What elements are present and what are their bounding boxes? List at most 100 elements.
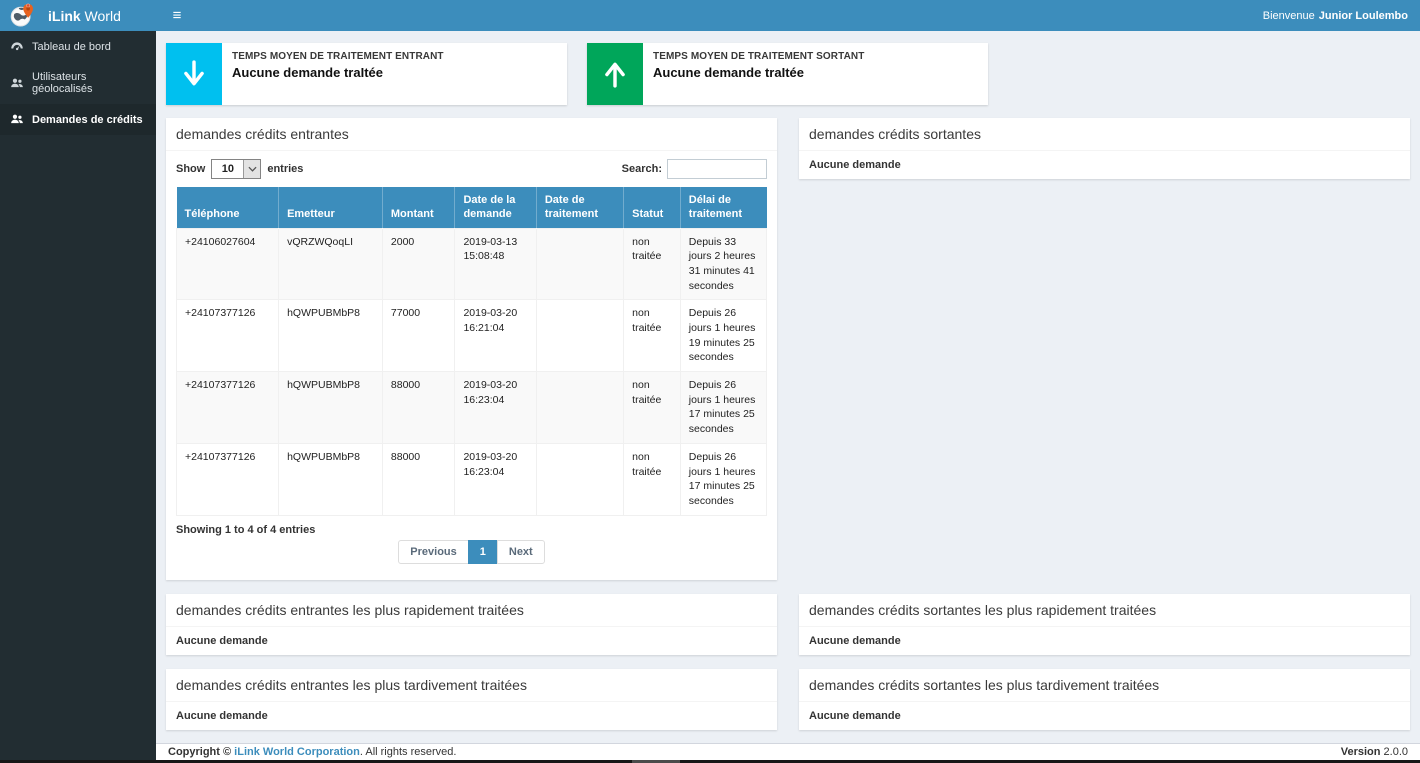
brand-title: iLink World <box>48 8 121 24</box>
datatable-controls: Show 10 entries Search: <box>176 159 767 179</box>
cell-montant: 77000 <box>382 300 455 372</box>
column-header-telephone[interactable]: Téléphone <box>177 187 279 228</box>
cell-telephone: +24107377126 <box>177 372 279 444</box>
footer: Copyright © iLink World Corporation. All… <box>156 743 1420 760</box>
cell-date-traitement <box>536 443 623 515</box>
empty-message: Aucune demande <box>176 635 767 647</box>
sidebar-item-label: Utilisateurs géolocalisés <box>32 71 146 95</box>
panel-title: demandes crédits sortantes les plus tard… <box>799 669 1410 702</box>
panel-title: demandes crédits entrantes les plus rapi… <box>166 594 777 627</box>
stat-box-title: TEMPS MOYEN DE TRAITEMENT SORTANT <box>653 51 864 62</box>
cell-emetteur: hQWPUBMbP8 <box>279 443 383 515</box>
panel-sortantes-tardivement: demandes crédits sortantes les plus tard… <box>799 669 1410 730</box>
page-length-select[interactable]: 10 <box>211 159 261 179</box>
cell-emetteur: hQWPUBMbP8 <box>279 300 383 372</box>
users-icon <box>10 77 24 90</box>
brand-logo-link[interactable]: iLink World <box>0 0 156 31</box>
panel-entrantes-tardivement: demandes crédits entrantes les plus tard… <box>166 669 777 730</box>
entries-label: entries <box>267 163 303 175</box>
table-row: +24107377126 hQWPUBMbP8 88000 2019-03-20… <box>177 443 767 515</box>
stat-box-text: TEMPS MOYEN DE TRAITEMENT ENTRANT Aucune… <box>222 43 454 105</box>
app-window: iLink World ≡ Bienvenue Junior Loulembo … <box>0 0 1420 763</box>
top-navbar: iLink World ≡ Bienvenue Junior Loulembo <box>0 0 1420 31</box>
panel-demandes-sortantes: demandes crédits sortantes Aucune demand… <box>799 118 1410 179</box>
panel-title: demandes crédits entrantes <box>166 118 777 151</box>
panel-body: Aucune demande <box>799 702 1410 730</box>
sidebar-item-label: Tableau de bord <box>32 41 111 53</box>
cell-date-traitement <box>536 372 623 444</box>
cell-montant: 2000 <box>382 228 455 300</box>
sidebar-item-tableau-de-bord[interactable]: Tableau de bord <box>0 31 156 62</box>
column-header-date-demande[interactable]: Date de la demande <box>455 187 536 228</box>
column-header-delai[interactable]: Délai de traitement <box>680 187 766 228</box>
empty-message: Aucune demande <box>809 635 1400 647</box>
panel-sortantes-rapidement: demandes crédits sortantes les plus rapi… <box>799 594 1410 655</box>
entrantes-table: Téléphone Emetteur Montant Date de la de… <box>176 187 767 516</box>
panel-body: Show 10 entries Search: <box>166 151 777 580</box>
brand-title-rest: World <box>81 8 121 24</box>
panel-entrantes-rapidement: demandes crédits entrantes les plus rapi… <box>166 594 777 655</box>
table-row: +24106027604 vQRZWQoqLI 2000 2019-03-13 … <box>177 228 767 300</box>
stat-box-sortant: TEMPS MOYEN DE TRAITEMENT SORTANT Aucune… <box>587 43 988 105</box>
table-row: +24107377126 hQWPUBMbP8 77000 2019-03-20… <box>177 300 767 372</box>
cell-date-demande: 2019-03-20 16:21:04 <box>455 300 536 372</box>
pagination-page-1-button[interactable]: 1 <box>468 540 498 564</box>
column-header-statut[interactable]: Statut <box>624 187 681 228</box>
cell-statut: non traitée <box>624 372 681 444</box>
stat-box-value: Aucune demande traItée <box>232 65 444 80</box>
empty-message: Aucune demande <box>176 710 767 722</box>
search-label: Search: <box>622 163 662 175</box>
panel-body: Aucune demande <box>799 627 1410 655</box>
panel-title: demandes crédits entrantes les plus tard… <box>166 669 777 702</box>
empty-message: Aucune demande <box>809 710 1400 722</box>
main-content: TEMPS MOYEN DE TRAITEMENT ENTRANT Aucune… <box>156 31 1420 743</box>
cell-statut: non traitée <box>624 300 681 372</box>
pagination-next-button[interactable]: Next <box>497 540 545 564</box>
table-header-row: Téléphone Emetteur Montant Date de la de… <box>177 187 767 228</box>
page-length-control: Show 10 entries <box>176 159 303 179</box>
version-value: 2.0.0 <box>1384 746 1408 758</box>
cell-telephone: +24106027604 <box>177 228 279 300</box>
cell-telephone: +24107377126 <box>177 300 279 372</box>
users-icon <box>10 113 24 126</box>
cell-date-traitement <box>536 228 623 300</box>
cell-delai: Depuis 26 jours 1 heures 19 minutes 25 s… <box>680 300 766 372</box>
sidebar-toggle-hamburger-icon[interactable]: ≡ <box>156 0 198 31</box>
panel-body: Aucune demande <box>166 627 777 655</box>
panel-demandes-entrantes: demandes crédits entrantes Show 10 entr <box>166 118 777 580</box>
cell-montant: 88000 <box>382 372 455 444</box>
copyright-text: Copyright © iLink World Corporation. All… <box>168 746 456 758</box>
column-header-emetteur[interactable]: Emetteur <box>279 187 383 228</box>
cell-emetteur: hQWPUBMbP8 <box>279 372 383 444</box>
column-header-montant[interactable]: Montant <box>382 187 455 228</box>
company-link[interactable]: iLink World Corporation <box>234 746 360 758</box>
stat-box-value: Aucune demande traItée <box>653 65 864 80</box>
sidebar-item-utilisateurs-geolocalises[interactable]: Utilisateurs géolocalisés <box>0 62 156 104</box>
cell-delai: Depuis 33 jours 2 heures 31 minutes 41 s… <box>680 228 766 300</box>
stat-box-text: TEMPS MOYEN DE TRAITEMENT SORTANT Aucune… <box>643 43 874 105</box>
cell-delai: Depuis 26 jours 1 heures 17 minutes 25 s… <box>680 372 766 444</box>
table-info-text: Showing 1 to 4 of 4 entries <box>176 524 767 536</box>
version-text: Version 2.0.0 <box>1341 746 1408 758</box>
empty-message: Aucune demande <box>809 159 1400 171</box>
cell-statut: non traitée <box>624 228 681 300</box>
pagination-previous-button[interactable]: Previous <box>398 540 468 564</box>
cell-date-traitement <box>536 300 623 372</box>
table-row: +24107377126 hQWPUBMbP8 88000 2019-03-20… <box>177 372 767 444</box>
stat-box-title: TEMPS MOYEN DE TRAITEMENT ENTRANT <box>232 51 444 62</box>
cell-date-demande: 2019-03-13 15:08:48 <box>455 228 536 300</box>
welcome-prefix: Bienvenue <box>1263 10 1315 22</box>
copyright-label: Copyright © <box>168 746 231 758</box>
welcome-text: Bienvenue Junior Loulembo <box>1263 0 1420 31</box>
panel-title: demandes crédits sortantes les plus rapi… <box>799 594 1410 627</box>
sidebar-item-demandes-de-credits[interactable]: Demandes de crédits <box>0 104 156 135</box>
rights-text: . All rights reserved. <box>360 746 457 758</box>
dashboard-icon <box>10 40 24 53</box>
cell-date-demande: 2019-03-20 16:23:04 <box>455 372 536 444</box>
search-input[interactable] <box>667 159 767 179</box>
page-length-value: 10 <box>212 163 243 175</box>
panel-body: Aucune demande <box>166 702 777 730</box>
stat-box-entrant: TEMPS MOYEN DE TRAITEMENT ENTRANT Aucune… <box>166 43 567 105</box>
column-header-date-traitement[interactable]: Date de traitement <box>536 187 623 228</box>
show-label: Show <box>176 163 205 175</box>
